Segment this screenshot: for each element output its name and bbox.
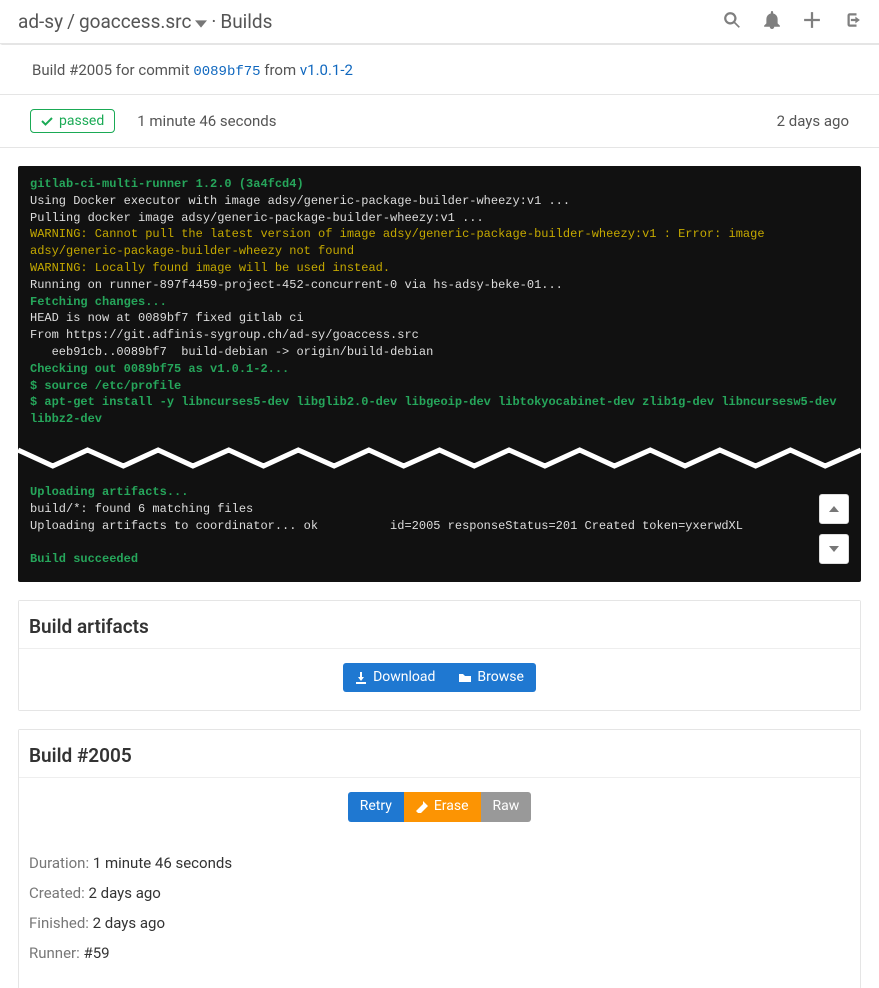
branch-link[interactable]: v1.0.1-2 — [300, 61, 353, 79]
browse-label: Browse — [477, 670, 523, 685]
build-action-buttons: Retry Erase Raw — [348, 792, 532, 821]
breadcrumb: ad-sy / goaccess.src · Builds — [18, 10, 272, 33]
folder-icon — [459, 672, 471, 684]
detail-label: Duration: — [29, 854, 93, 872]
scroll-bottom-button[interactable] — [819, 534, 849, 564]
artifacts-panel: Build artifacts Download Browse — [18, 600, 861, 711]
chevron-down-icon — [829, 544, 839, 554]
log-line: eeb91cb..0089bf7 build-debian -> origin/… — [30, 345, 433, 359]
chevron-down-icon[interactable] — [195, 10, 207, 33]
log-line: Uploading artifacts to coordinator... ok… — [30, 519, 743, 533]
detail-value: #59 — [83, 944, 109, 962]
detail-runner: Runner: #59 — [29, 938, 850, 968]
detail-created: Created: 2 days ago — [29, 878, 850, 908]
log-top: gitlab-ci-multi-runner 1.2.0 (3a4fcd4) U… — [18, 166, 861, 442]
browse-button[interactable]: Browse — [447, 663, 535, 692]
artifacts-title: Build artifacts — [19, 601, 860, 649]
build-prefix: Build #2005 for commit — [32, 61, 193, 79]
raw-label: Raw — [493, 799, 520, 814]
log-line: WARNING: Cannot pull the latest version … — [30, 227, 772, 258]
build-title-line: Build #2005 for commit 0089bf75 from v1.… — [32, 61, 849, 80]
log-line: Using Docker executor with image adsy/ge… — [30, 194, 570, 208]
log-container: gitlab-ci-multi-runner 1.2.0 (3a4fcd4) U… — [18, 166, 861, 582]
top-header: ad-sy / goaccess.src · Builds — [0, 0, 879, 44]
header-actions — [723, 11, 861, 33]
detail-value: 1 minute 46 seconds — [93, 854, 232, 872]
breadcrumb-section-sep: · — [211, 10, 216, 33]
log-scroll-nav — [819, 494, 849, 564]
search-icon[interactable] — [723, 11, 741, 33]
detail-value: 2 days ago — [93, 914, 165, 932]
log-line: $ apt-get install -y libncurses5-dev lib… — [30, 395, 844, 426]
artifacts-buttons: Download Browse — [343, 663, 536, 692]
bell-icon[interactable] — [763, 11, 781, 33]
build-details: Duration: 1 minute 46 seconds Created: 2… — [19, 840, 860, 988]
log-line: Build succeeded — [30, 552, 138, 566]
build-actions-panel: Build #2005 Retry Erase Raw Duration: 1 … — [18, 729, 861, 988]
log-truncation-indicator — [18, 440, 861, 476]
retry-button[interactable]: Retry — [348, 792, 404, 821]
breadcrumb-section[interactable]: Builds — [220, 10, 272, 33]
eraser-icon — [416, 801, 428, 813]
plus-icon[interactable] — [803, 11, 821, 33]
breadcrumb-group[interactable]: ad-sy — [18, 10, 63, 33]
detail-label: Runner: — [29, 944, 83, 962]
retry-label: Retry — [360, 799, 392, 814]
download-icon — [355, 672, 367, 684]
build-time-ago: 2 days ago — [777, 112, 849, 130]
build-duration: 1 minute 46 seconds — [137, 112, 276, 130]
log-line: Running on runner-897f4459-project-452-c… — [30, 278, 563, 292]
log-line: $ source /etc/profile — [30, 379, 181, 393]
log-line: Uploading artifacts... — [30, 485, 188, 499]
status-row: passed 1 minute 46 seconds 2 days ago — [0, 94, 879, 148]
log-bottom: Uploading artifacts... build/*: found 6 … — [18, 474, 861, 582]
build-header: Build #2005 for commit 0089bf75 from v1.… — [0, 44, 879, 94]
chevron-up-icon — [829, 504, 839, 514]
erase-label: Erase — [434, 799, 469, 814]
sign-out-icon[interactable] — [843, 11, 861, 33]
check-icon — [41, 115, 53, 127]
log-line: Checking out 0089bf75 as v1.0.1-2... — [30, 362, 289, 376]
log-line: HEAD is now at 0089bf7 fixed gitlab ci — [30, 311, 304, 325]
log-line: From https://git.adfinis-sygroup.ch/ad-s… — [30, 328, 419, 342]
download-button[interactable]: Download — [343, 663, 447, 692]
detail-finished: Finished: 2 days ago — [29, 908, 850, 938]
artifacts-body: Download Browse — [19, 649, 860, 710]
log-line: build/*: found 6 matching files — [30, 502, 253, 516]
detail-value: 2 days ago — [89, 884, 161, 902]
log-line: Fetching changes... — [30, 295, 167, 309]
erase-button[interactable]: Erase — [404, 792, 481, 821]
status-label: passed — [59, 114, 104, 128]
log-line: gitlab-ci-multi-runner 1.2.0 (3a4fcd4) — [30, 177, 304, 191]
detail-label: Created: — [29, 884, 89, 902]
detail-duration: Duration: 1 minute 46 seconds — [29, 848, 850, 878]
detail-label: Finished: — [29, 914, 93, 932]
log-line: WARNING: Locally found image will be use… — [30, 261, 390, 275]
commit-link[interactable]: 0089bf75 — [193, 64, 260, 80]
scroll-top-button[interactable] — [819, 494, 849, 524]
download-label: Download — [373, 670, 435, 685]
build-actions-title: Build #2005 — [19, 730, 860, 778]
status-badge: passed — [30, 109, 115, 133]
raw-button[interactable]: Raw — [481, 792, 532, 821]
breadcrumb-sep: / — [67, 10, 75, 33]
breadcrumb-project[interactable]: goaccess.src — [79, 10, 191, 33]
build-from: from — [261, 61, 300, 79]
build-actions-body: Retry Erase Raw — [19, 778, 860, 839]
log-line: Pulling docker image adsy/generic-packag… — [30, 211, 484, 225]
